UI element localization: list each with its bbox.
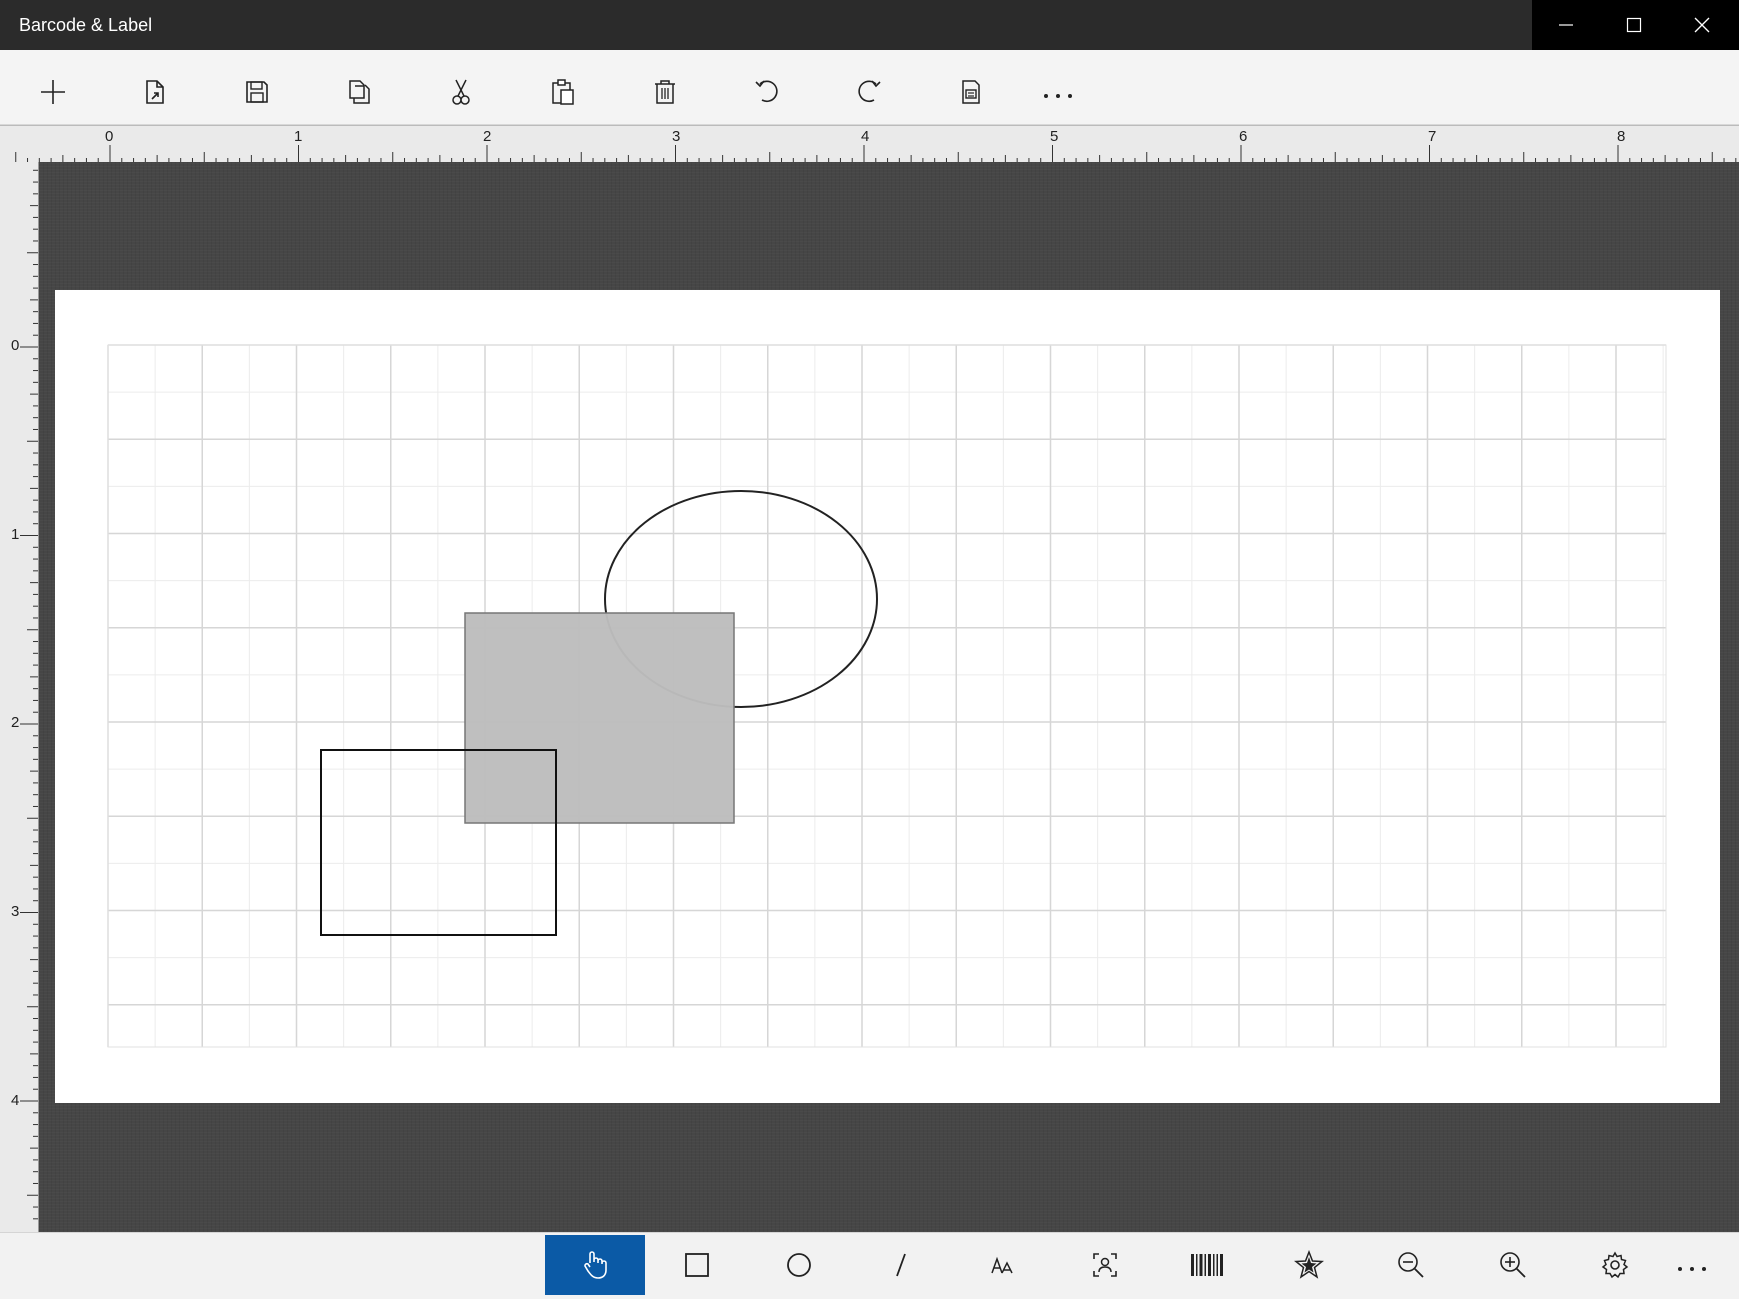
ruler-top-label: 5 — [1050, 128, 1059, 145]
copy-button[interactable] — [331, 60, 387, 124]
redo-icon — [858, 80, 881, 103]
cut-button[interactable] — [433, 60, 489, 124]
text-icon — [991, 1256, 1013, 1274]
ruler-left-label: 4 — [11, 1092, 20, 1109]
save-icon — [246, 81, 268, 103]
design-canvas[interactable] — [55, 290, 1720, 1103]
label-sheet[interactable] — [55, 290, 1720, 1103]
plus-icon — [41, 80, 65, 104]
open-button[interactable] — [127, 60, 183, 124]
ruler-top-label: 3 — [672, 128, 681, 145]
minimize-icon — [1559, 24, 1573, 26]
ruler-top-label: 6 — [1239, 128, 1248, 145]
select-tool[interactable] — [545, 1235, 645, 1295]
image-tool[interactable] — [1055, 1235, 1155, 1295]
square-icon — [685, 1253, 709, 1277]
ruler-left-label: 0 — [11, 337, 20, 354]
filled-rectangle-shape[interactable] — [464, 612, 735, 824]
more-button[interactable] — [1652, 1235, 1732, 1295]
ruler-ticks — [20, 169, 38, 1220]
close-icon — [1694, 17, 1710, 33]
clipboard-icon — [552, 79, 574, 105]
ruler-left-label: 3 — [11, 903, 20, 920]
barcode-tool[interactable] — [1157, 1235, 1257, 1295]
delete-button[interactable] — [637, 60, 693, 124]
ellipse-tool[interactable] — [749, 1235, 849, 1295]
ruler-top-label: 4 — [861, 128, 870, 145]
paste-button[interactable] — [535, 60, 591, 124]
save-button[interactable] — [229, 60, 285, 124]
ruler-top-label: 1 — [294, 128, 303, 145]
scissors-icon — [452, 79, 470, 105]
minimize-button[interactable] — [1532, 0, 1600, 50]
ruler-top-label: 8 — [1617, 128, 1626, 145]
vertical-ruler — [0, 162, 39, 1232]
app-title: Barcode & Label — [19, 15, 153, 35]
undo-button[interactable] — [739, 60, 795, 124]
symbol-tool[interactable] — [1259, 1235, 1359, 1295]
more-button[interactable] — [1030, 60, 1086, 124]
open-file-icon — [146, 80, 164, 104]
print-button[interactable] — [943, 60, 999, 124]
image-icon — [1093, 1253, 1117, 1277]
star-icon — [1294, 1250, 1324, 1279]
circle-icon — [787, 1253, 811, 1277]
barcode-icon — [1191, 1254, 1223, 1276]
zoom-in-button[interactable] — [1463, 1235, 1563, 1295]
hand-pointer-icon — [584, 1251, 607, 1279]
horizontal-ruler — [0, 125, 1739, 164]
new-button[interactable] — [25, 60, 81, 124]
ruler-top-label: 2 — [483, 128, 492, 145]
ruler-top-label: 0 — [105, 128, 114, 145]
redo-button[interactable] — [841, 60, 897, 124]
close-button[interactable] — [1668, 0, 1736, 50]
line-icon — [896, 1253, 906, 1277]
maximize-button[interactable] — [1600, 0, 1668, 50]
ruler-left-label: 1 — [11, 526, 20, 543]
line-tool[interactable] — [851, 1235, 951, 1295]
zoom-out-button[interactable] — [1361, 1235, 1461, 1295]
maximize-icon — [1626, 17, 1642, 33]
ruler-left-label: 2 — [11, 714, 20, 731]
ellipsis-icon — [1678, 1267, 1706, 1271]
gear-icon — [1601, 1251, 1629, 1279]
rectangle-tool[interactable] — [647, 1235, 747, 1295]
text-tool[interactable] — [953, 1235, 1053, 1295]
title-bar — [0, 0, 1739, 50]
zoom-out-icon — [1398, 1252, 1424, 1278]
zoom-in-icon — [1500, 1252, 1526, 1278]
settings-button[interactable] — [1565, 1235, 1665, 1295]
grid-minor — [108, 345, 1666, 1047]
grid-major — [107, 344, 1667, 1048]
ellipsis-icon — [1044, 94, 1072, 98]
undo-icon — [755, 80, 778, 103]
ruler-ticks — [15, 145, 1737, 163]
ruler-top-label: 7 — [1428, 128, 1437, 145]
grid-border — [107, 344, 1667, 1048]
copy-icon — [349, 80, 370, 104]
trash-icon — [655, 80, 675, 104]
print-icon — [962, 80, 980, 104]
